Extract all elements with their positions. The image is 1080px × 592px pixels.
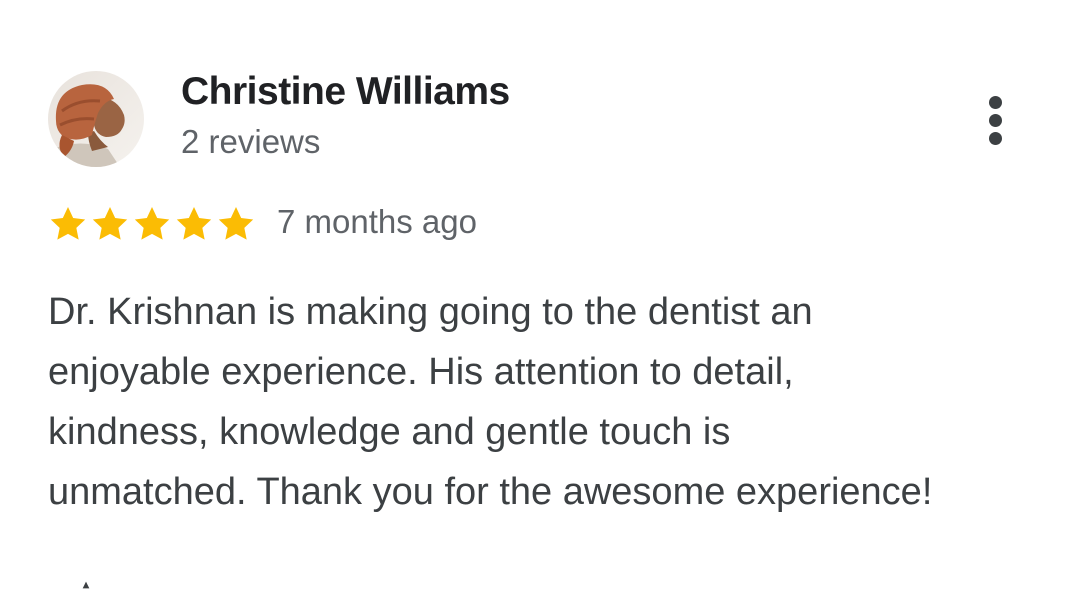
- review-text: Dr. Krishnan is making going to the dent…: [48, 282, 932, 522]
- menu-dot: [989, 114, 1002, 127]
- menu-dot: [989, 96, 1002, 109]
- review-text-line: kindness, knowledge and gentle touch is: [48, 411, 731, 453]
- review-card: Christine Williams 2 reviews 7 months ag…: [0, 0, 1080, 592]
- review-date: 7 months ago: [277, 203, 477, 240]
- star-icon: [92, 207, 128, 240]
- star-icon: [50, 207, 86, 240]
- review-text-line: Dr. Krishnan is making going to the dent…: [48, 291, 813, 333]
- review-count: 2 reviews: [181, 123, 321, 160]
- star-icon: [176, 207, 212, 240]
- avatar[interactable]: [48, 71, 144, 167]
- reviewer-name[interactable]: Christine Williams: [181, 70, 510, 114]
- more-vert-icon[interactable]: [976, 92, 1016, 148]
- star-icon: [134, 207, 170, 240]
- menu-dot: [989, 132, 1002, 145]
- thumb-up-icon[interactable]: [66, 580, 106, 592]
- review-text-line: unmatched. Thank you for the awesome exp…: [48, 471, 933, 513]
- review-text-line: enjoyable experience. His attention to d…: [48, 351, 794, 393]
- star-rating: [47, 204, 257, 244]
- star-icon: [218, 207, 254, 240]
